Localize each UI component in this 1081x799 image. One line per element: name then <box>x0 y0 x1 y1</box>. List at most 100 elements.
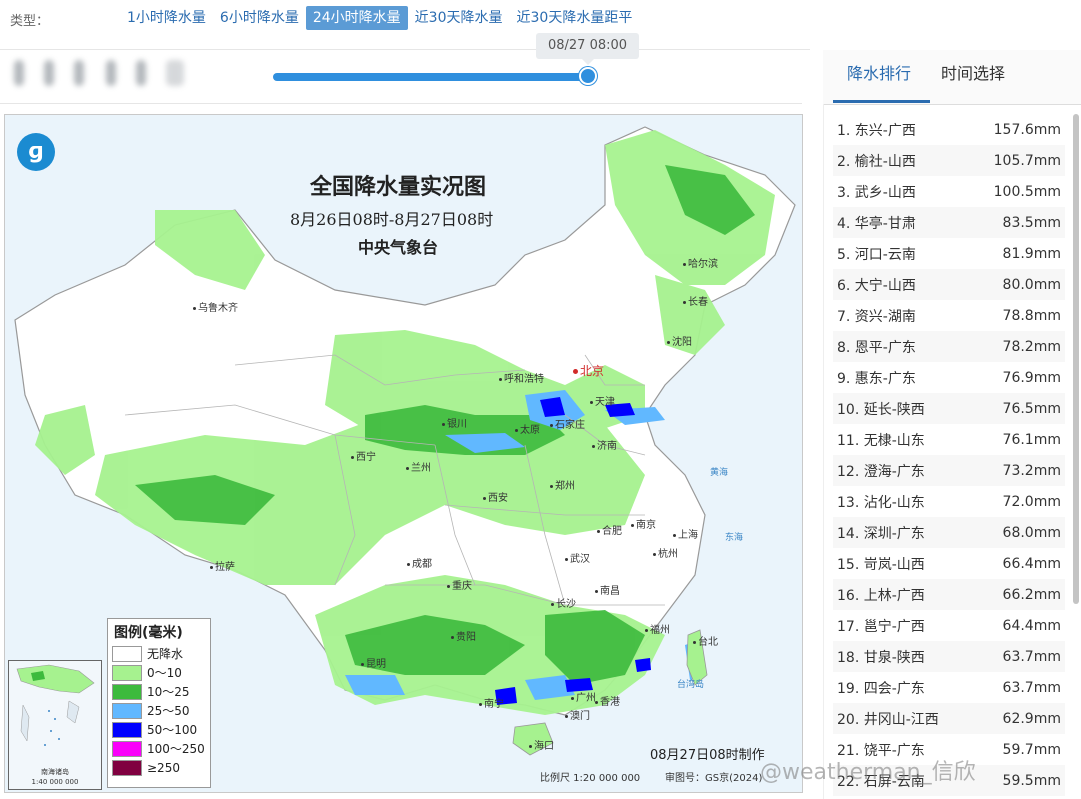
city-label: 郑州 <box>550 477 575 492</box>
tab-precip-ranking[interactable]: 降水排行 <box>847 62 911 86</box>
city-label: 南宁 <box>479 695 504 710</box>
station-name: 5. 河口-云南 <box>837 246 916 263</box>
city-label: 天津 <box>590 393 615 408</box>
station-name: 17. 邕宁-广西 <box>837 618 925 635</box>
tab-30d-anomaly[interactable]: 近30天降水量距平 <box>510 6 640 30</box>
tab-30d-precip[interactable]: 近30天降水量 <box>408 6 510 30</box>
ranking-row[interactable]: 1. 东兴-广西 157.6mm <box>833 114 1065 145</box>
ranking-row[interactable]: 7. 资兴-湖南 78.8mm <box>833 300 1065 331</box>
legend-swatch <box>112 645 142 662</box>
ranking-row[interactable]: 19. 四会-广东 63.7mm <box>833 672 1065 703</box>
slider-thumb[interactable] <box>579 67 597 85</box>
time-slider[interactable] <box>273 67 597 85</box>
divider <box>0 103 802 104</box>
sea-label: 黄海 <box>710 468 729 478</box>
city-label: 石家庄 <box>550 416 585 431</box>
ranking-row[interactable]: 8. 恩平-广东 78.2mm <box>833 331 1065 362</box>
ranking-row[interactable]: 9. 惠东-广东 76.9mm <box>833 362 1065 393</box>
city-label: 呼和浩特 <box>499 370 544 385</box>
ranking-row[interactable]: 15. 岢岚-山西 66.4mm <box>833 548 1065 579</box>
ranking-row[interactable]: 13. 沾化-山东 72.0mm <box>833 486 1065 517</box>
legend-swatch <box>112 702 142 719</box>
precipitation-map: ɡ 全国降水量实况图 8月26日08时-8月27日08时 中央气象台 乌鲁木齐 … <box>4 114 803 793</box>
inset-label: 南海诸岛 <box>41 768 69 776</box>
city-label: 济南 <box>592 437 617 452</box>
legend-swatch <box>112 721 142 738</box>
map-scale: 比例尺 1:20 000 000 <box>540 773 641 784</box>
city-label: 武汉 <box>565 550 590 565</box>
watermark: @weatherman_信欣 <box>760 760 976 785</box>
ranking-row[interactable]: 3. 武乡-山西 100.5mm <box>833 176 1065 207</box>
city-label: 长春 <box>683 293 708 308</box>
precip-value: 83.5mm <box>1002 214 1061 231</box>
legend-label: 25～50 <box>147 704 190 718</box>
tab-6h-precip[interactable]: 6小时降水量 <box>213 6 306 30</box>
station-name: 9. 惠东-广东 <box>837 370 916 387</box>
station-name: 19. 四会-广东 <box>837 680 925 697</box>
city-label: 长沙 <box>551 595 576 610</box>
city-label: 海口 <box>529 737 554 752</box>
ranking-row[interactable]: 10. 延长-陕西 76.5mm <box>833 393 1065 424</box>
ranking-row[interactable]: 17. 邕宁-广西 64.4mm <box>833 610 1065 641</box>
precip-value: 66.2mm <box>1002 586 1061 603</box>
tab-1h-precip[interactable]: 1小时降水量 <box>120 6 213 30</box>
city-label: 成都 <box>407 555 432 570</box>
city-label: 台北 <box>693 633 718 648</box>
ranking-row[interactable]: 18. 甘泉-陕西 63.7mm <box>833 641 1065 672</box>
legend-label: 0～10 <box>147 666 182 680</box>
station-name: 14. 深圳-广东 <box>837 525 925 542</box>
ranking-row[interactable]: 12. 澄海-广东 73.2mm <box>833 455 1065 486</box>
map-org: 中央气象台 <box>358 238 439 257</box>
precip-value: 66.4mm <box>1002 555 1061 572</box>
ranking-list: 1. 东兴-广西 157.6mm 2. 榆社-山西 105.7mm 3. 武乡-山西… <box>833 114 1065 796</box>
precip-value: 81.9mm <box>1002 245 1061 262</box>
precip-value: 76.9mm <box>1002 369 1061 386</box>
precip-value: 157.6mm <box>993 121 1061 138</box>
active-tab-indicator <box>833 100 930 103</box>
slider-track[interactable] <box>273 73 587 81</box>
city-label: 西安 <box>483 489 508 504</box>
ranking-row[interactable]: 14. 深圳-广东 68.0mm <box>833 517 1065 548</box>
cma-logo-icon: ɡ <box>17 133 55 171</box>
city-label: 乌鲁木齐 <box>193 299 238 314</box>
map-legend: 图例(毫米) 无降水 0～10 10～25 25～50 50～100 100～2… <box>107 618 211 788</box>
legend-item: 100～250 <box>108 739 210 758</box>
map-title: 全国降水量实况图 <box>310 174 487 200</box>
legend-label: ≥250 <box>147 760 180 775</box>
tab-time-select[interactable]: 时间选择 <box>941 62 1005 86</box>
tab-24h-precip[interactable]: 24小时降水量 <box>305 6 408 30</box>
sea-label: 东海 <box>725 533 744 543</box>
legend-swatch <box>112 664 142 681</box>
city-label: 拉萨 <box>210 558 235 573</box>
legend-item: 无降水 <box>108 644 210 663</box>
ranking-row[interactable]: 16. 上林-广西 66.2mm <box>833 579 1065 610</box>
ranking-row[interactable]: 11. 无棣-山东 76.1mm <box>833 424 1065 455</box>
precip-value: 59.5mm <box>1002 772 1061 789</box>
city-label: 广州 <box>571 689 596 704</box>
station-name: 16. 上林-广西 <box>837 587 925 604</box>
inset-scale: 1:40 000 000 <box>31 778 79 786</box>
ranking-scrollbar[interactable] <box>1073 114 1079 604</box>
ranking-row[interactable]: 2. 榆社-山西 105.7mm <box>833 145 1065 176</box>
ranking-row[interactable]: 4. 华亭-甘肃 83.5mm <box>833 207 1065 238</box>
ranking-row[interactable]: 20. 井冈山-江西 62.9mm <box>833 703 1065 734</box>
legend-item: 50～100 <box>108 720 210 739</box>
legend-label: 10～25 <box>147 685 190 699</box>
precip-value: 80.0mm <box>1002 276 1061 293</box>
inset-map <box>16 664 95 746</box>
city-label: 哈尔滨 <box>683 255 718 270</box>
city-label: 沈阳 <box>667 333 692 348</box>
precip-value: 64.4mm <box>1002 617 1061 634</box>
precip-value: 78.2mm <box>1002 338 1061 355</box>
station-name: 3. 武乡-山西 <box>837 184 916 201</box>
ranking-row[interactable]: 5. 河口-云南 81.9mm <box>833 238 1065 269</box>
ranking-row[interactable]: 6. 大宁-山西 80.0mm <box>833 269 1065 300</box>
precip-value: 62.9mm <box>1002 710 1061 727</box>
precip-value: 78.8mm <box>1002 307 1061 324</box>
city-label: 南昌 <box>595 582 620 597</box>
time-tick-marks <box>10 58 190 88</box>
legend-label: 无降水 <box>147 647 184 661</box>
map-review-number: 审图号：GS京(2024) <box>665 773 763 784</box>
legend-item: 0～10 <box>108 663 210 682</box>
city-label: 澳门 <box>565 707 590 722</box>
